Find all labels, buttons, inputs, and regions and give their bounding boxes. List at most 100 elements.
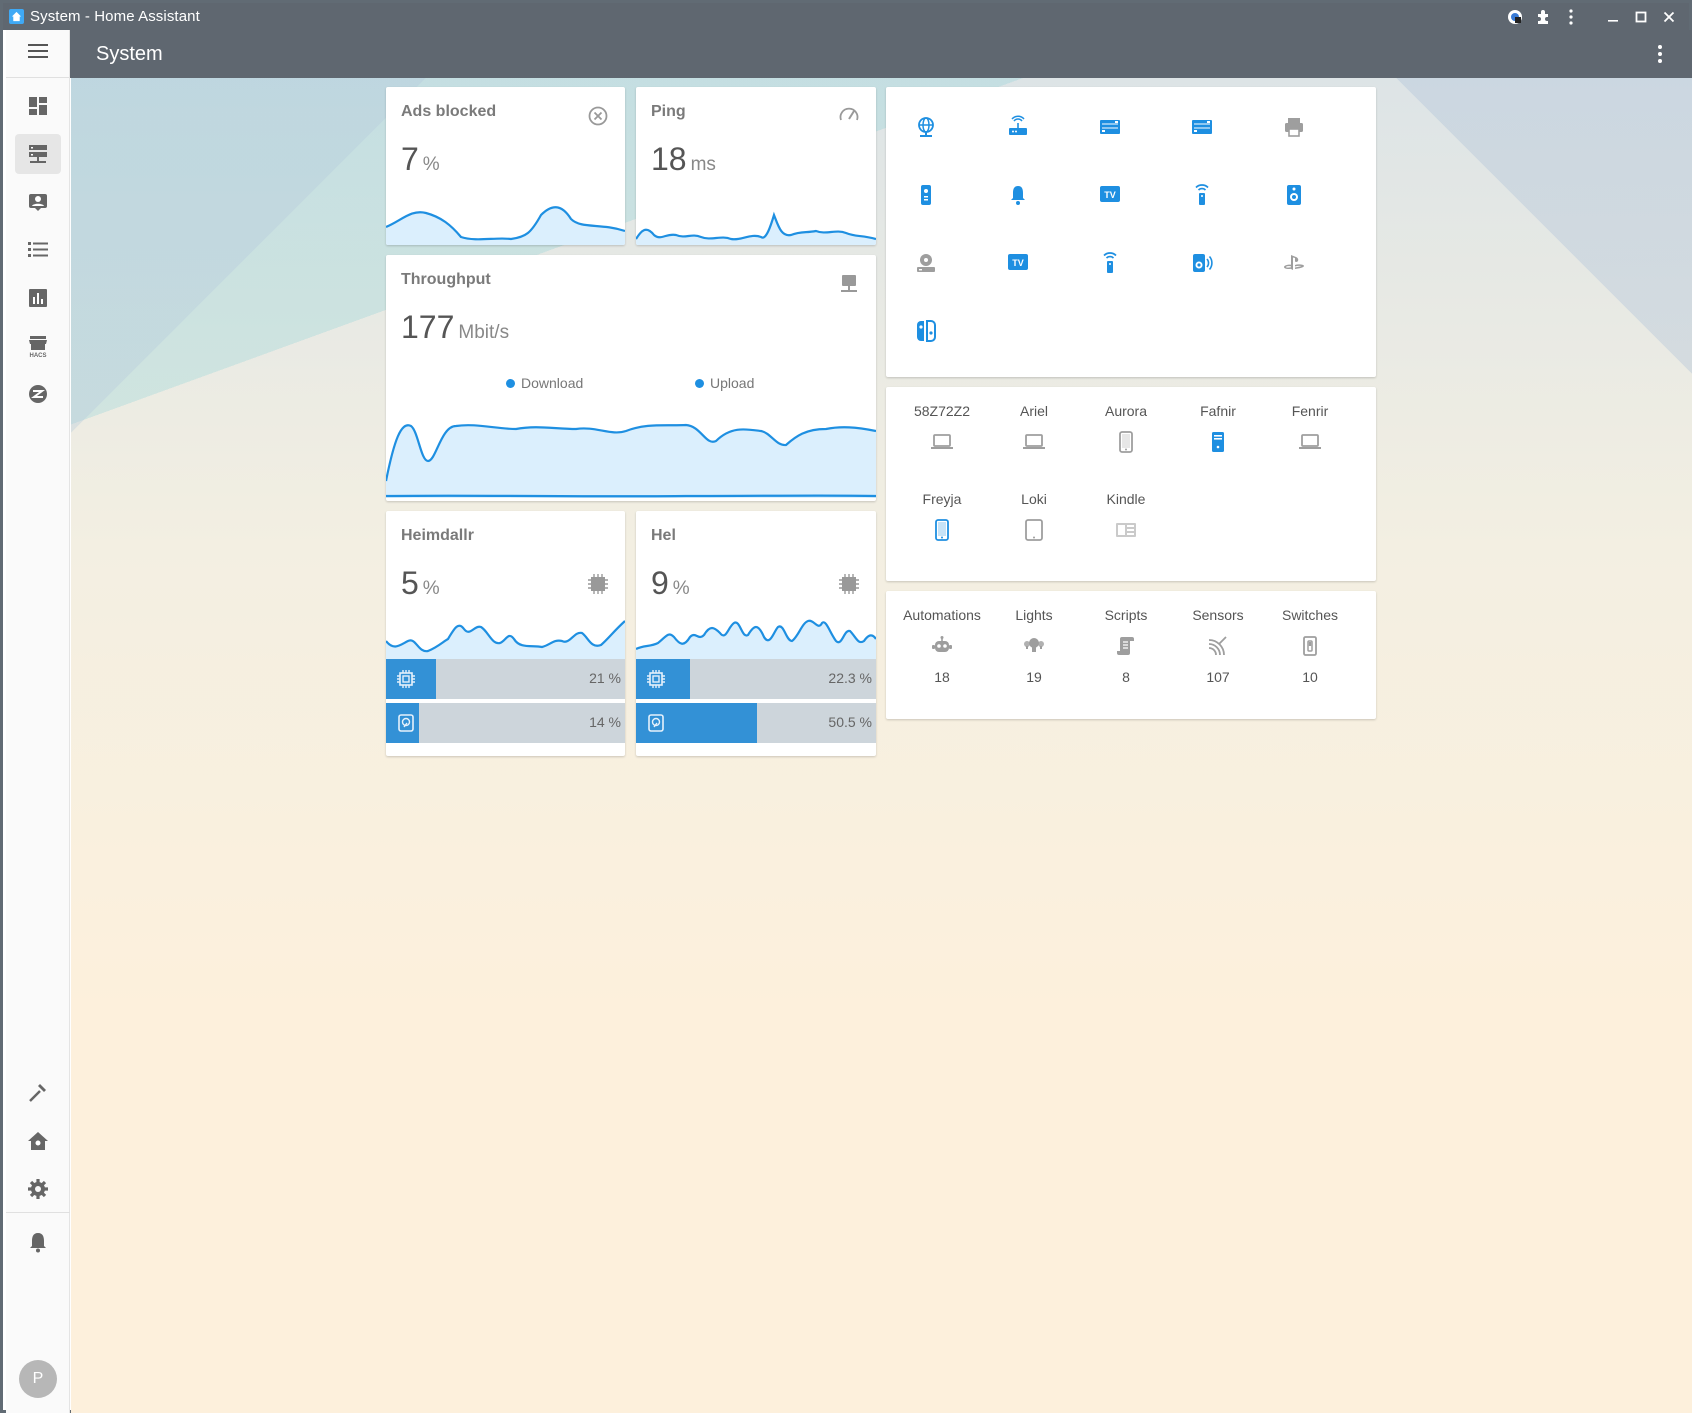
sidebar-divider (6, 1212, 70, 1213)
hel-value: 9% (651, 565, 690, 602)
summary-scripts[interactable]: Scripts 8 (1080, 607, 1172, 685)
sidebar-item-settings[interactable] (15, 1169, 61, 1209)
close-circle-outline-icon (587, 105, 609, 127)
sidebar-item-zwave[interactable] (15, 374, 61, 414)
server-icon[interactable] (1092, 109, 1128, 145)
ping-card[interactable]: Ping 18 ms (636, 87, 876, 245)
more-options-icon[interactable] (1646, 40, 1674, 68)
entity-summary-card: Automations 18 Lights 19 Scripts 8 Sensors 107 S… (886, 591, 1376, 719)
device-tracker-kindle[interactable]: Kindle (1080, 491, 1172, 543)
device-name: Fafnir (1200, 403, 1236, 419)
network-icon (838, 273, 860, 295)
sidebar-item-person[interactable] (15, 182, 61, 222)
hacs-icon: HACS (29, 336, 47, 358)
switch-icon (1264, 633, 1356, 659)
device-tracker-aurora[interactable]: Aurora (1080, 403, 1172, 455)
legend-upload[interactable]: Upload (695, 375, 754, 391)
summary-count: 19 (1026, 669, 1042, 685)
sidebar-item-logbook[interactable] (15, 230, 61, 270)
value-unit: % (422, 578, 440, 599)
device-tracker-loki[interactable]: Loki (988, 491, 1080, 543)
laptop-icon (896, 429, 988, 455)
speaker-wireless-icon[interactable] (1184, 245, 1220, 281)
window-title: System - Home Assistant (30, 8, 200, 25)
menu-icon[interactable] (27, 43, 48, 64)
maximize-icon[interactable] (1627, 3, 1655, 30)
printer-icon[interactable] (1276, 109, 1312, 145)
router-icon[interactable] (1000, 109, 1036, 145)
sidebar-item-overview[interactable] (15, 86, 61, 126)
home-assistant-icon (9, 9, 24, 24)
device-tracker-58z72z2[interactable]: 58Z72Z2 (896, 403, 988, 455)
summary-label: Switches (1281, 607, 1339, 623)
card-title: Heimdallr (401, 527, 474, 544)
extension-status-icon[interactable] (1501, 3, 1529, 30)
cpu-bar-value: 22.3 % (828, 670, 872, 686)
legend-dot (506, 378, 515, 388)
extensions-icon[interactable] (1529, 3, 1557, 30)
sidebar: HACS P (6, 30, 70, 1413)
hel-card[interactable]: Hel 9% 22.3 % 50.5 % (636, 511, 876, 756)
cellphone-icon (1080, 429, 1172, 455)
device-tracker-fenrir[interactable]: Fenrir (1264, 403, 1356, 455)
device-name: Fenrir (1291, 403, 1329, 419)
throughput-chart (386, 423, 876, 498)
summary-switches[interactable]: Switches 10 (1264, 607, 1356, 685)
legend-dot (695, 378, 704, 388)
heimdallr-sparkline (386, 620, 625, 659)
device-tracker-fafnir[interactable]: Fafnir (1172, 403, 1264, 455)
svg-text:TV: TV (1104, 190, 1116, 200)
device-name: Kindle (1106, 491, 1146, 507)
cog-icon (28, 1179, 48, 1199)
summary-label: Lights (1015, 607, 1053, 623)
app-header: System (70, 30, 1692, 78)
summary-lights[interactable]: Lights 19 (988, 607, 1080, 685)
globe-icon[interactable] (908, 109, 944, 145)
nas-icon[interactable] (908, 245, 944, 281)
cellphone-icon (896, 517, 988, 543)
access-point-icon[interactable] (1184, 177, 1220, 213)
browser-menu-icon[interactable] (1557, 3, 1585, 30)
sidebar-item-system[interactable] (15, 134, 61, 174)
legend-download[interactable]: Download (506, 375, 583, 391)
disk-bar: 50.5 % (636, 703, 876, 743)
account-box-icon (29, 194, 47, 211)
playstation-icon[interactable] (1276, 245, 1312, 281)
value-number: 18 (651, 141, 687, 177)
sidebar-item-supervisor[interactable] (15, 1121, 61, 1161)
device-name: Ariel (1019, 403, 1048, 419)
sidebar-item-developer-tools[interactable] (15, 1073, 61, 1113)
device-tracker-freyja[interactable]: Freyja (896, 491, 988, 543)
summary-sensors[interactable]: Sensors 107 (1172, 607, 1264, 685)
ping-value: 18 ms (651, 141, 716, 178)
ads-sparkline (386, 206, 625, 245)
laptop-icon (1264, 429, 1356, 455)
close-icon[interactable] (1655, 3, 1683, 30)
nintendo-switch-icon[interactable] (908, 313, 944, 349)
hel-sparkline (636, 619, 876, 659)
avatar[interactable]: P (19, 1360, 57, 1398)
minimize-icon[interactable] (1599, 3, 1627, 30)
sidebar-item-notifications[interactable] (15, 1222, 61, 1262)
sidebar-item-history[interactable] (15, 278, 61, 318)
remote-icon[interactable] (908, 177, 944, 213)
bell-icon[interactable] (1000, 177, 1036, 213)
ads-blocked-card[interactable]: Ads blocked 7% (386, 87, 625, 245)
book-reader-icon (1080, 517, 1172, 543)
tv-icon[interactable]: TV (1092, 177, 1128, 213)
tablet-icon (988, 517, 1080, 543)
disk-bar: 14 % (386, 703, 625, 743)
access-point-icon[interactable] (1092, 245, 1128, 281)
summary-automations[interactable]: Automations 18 (896, 607, 988, 685)
tv-icon[interactable]: TV (1000, 245, 1036, 281)
value-number: 5 (401, 565, 419, 601)
speaker-icon[interactable] (1276, 177, 1312, 213)
robot-icon (896, 633, 988, 659)
device-name: 58Z72Z2 (913, 403, 971, 419)
sidebar-item-hacs[interactable]: HACS (15, 326, 61, 366)
throughput-card[interactable]: Throughput 177 Mbit/s Download Upload (386, 255, 876, 501)
device-tracker-ariel[interactable]: Ariel (988, 403, 1080, 455)
server-icon[interactable] (1184, 109, 1220, 145)
device-name: Aurora (1104, 403, 1148, 419)
heimdallr-card[interactable]: Heimdallr 5% 21 % 14 % (386, 511, 625, 756)
